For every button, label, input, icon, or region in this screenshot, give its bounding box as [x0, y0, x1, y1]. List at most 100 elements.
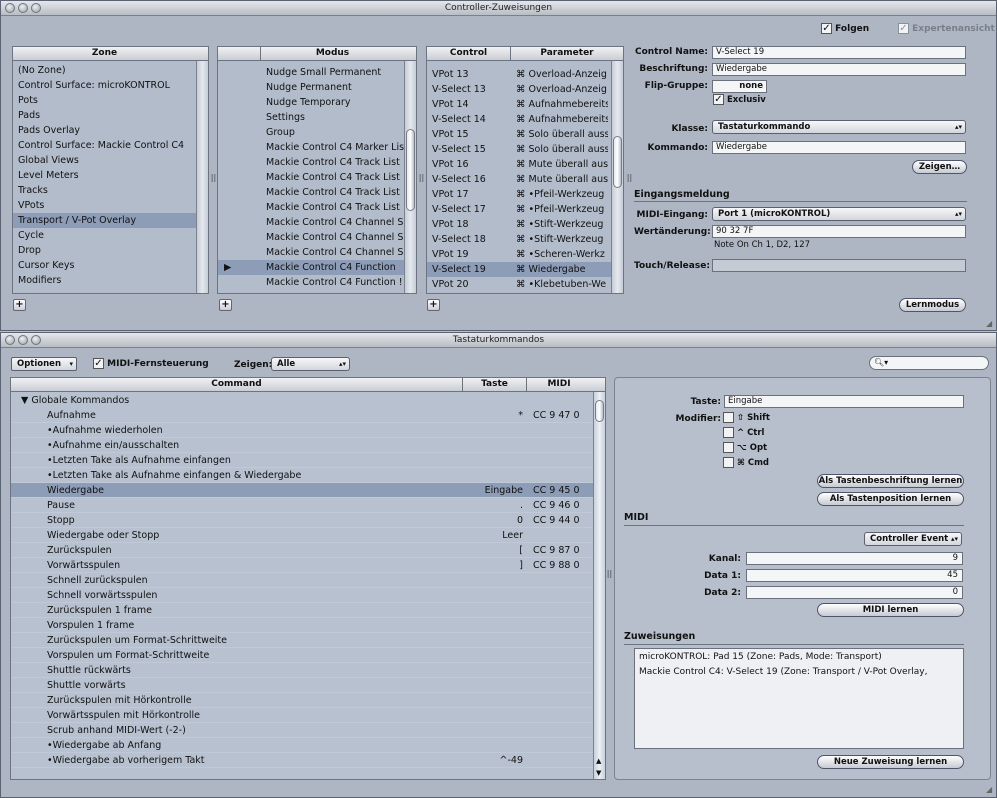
learn-new-assignment-button[interactable]: Neue Zuweisung lernen [817, 755, 964, 769]
scroll-down-arrow-icon[interactable]: ▼ [596, 769, 601, 777]
zone-item[interactable]: Global Views [13, 153, 196, 168]
modifier-checkbox[interactable]: ⌥ Opt [723, 442, 767, 453]
assignment-item[interactable]: Mackie Control C4: V-Select 19 (Zone: Tr… [639, 667, 927, 677]
control-row[interactable]: VPot 15 ⌘ Solo überall auss [427, 127, 611, 142]
data2-field[interactable]: 0 [746, 586, 963, 599]
midi-learn-button[interactable]: MIDI lernen [817, 603, 964, 617]
modifier-checkbox[interactable]: ⌘ Cmd [723, 457, 769, 468]
split-handle[interactable]: || [210, 173, 217, 182]
command-row[interactable]: •Letzten Take als Aufnahme einfangen [11, 453, 593, 468]
modus-column-header[interactable]: Modus [218, 47, 416, 61]
modus-item[interactable]: Mackie Control C4 Channel S [218, 245, 404, 260]
flip-group-field[interactable]: none [712, 80, 767, 93]
zone-list[interactable]: Zone (No Zone) Control Surface: microKONT… [12, 46, 209, 294]
command-row[interactable]: •Letzten Take als Aufnahme einfangen & W… [11, 468, 593, 483]
command-row[interactable]: Scrub anhand MIDI-Wert (-2-) [11, 723, 593, 738]
minimize-button[interactable] [18, 3, 28, 13]
beschriftung-field[interactable]: Wiedergabe [712, 63, 966, 76]
resize-grip-icon[interactable]: ◢ [986, 785, 992, 794]
control-row[interactable]: VPot 13 ⌘ Overload-Anzeig [427, 67, 611, 82]
assignments-list[interactable]: microKONTROL: Pad 15 (Zone: Pads, Mode: … [634, 648, 964, 749]
modus-item[interactable]: Group [218, 125, 404, 140]
modifier-checkbox[interactable]: ^ Ctrl [723, 427, 764, 438]
learn-label-button[interactable]: Als Tastenbeschriftung lernen [817, 474, 964, 488]
modus-item[interactable]: Mackie Control C4 Marker Lis [218, 140, 404, 155]
minimize-button[interactable] [18, 335, 28, 345]
zone-item[interactable]: Control Surface: microKONTROL [13, 78, 196, 93]
modus-item[interactable]: Nudge Temporary [218, 95, 404, 110]
disclosure-triangle-icon[interactable]: ▼ [21, 395, 28, 406]
zone-scrollbar[interactable] [196, 61, 208, 293]
klasse-popup[interactable]: Tastaturkommando ▴▾ [712, 120, 966, 134]
command-row[interactable]: •Aufnahme wiederholen [11, 423, 593, 438]
command-row[interactable]: Wiedergabe oder Stopp Leer [11, 528, 593, 543]
wertaenderung-field[interactable]: 90 32 7F [712, 225, 966, 238]
split-handle[interactable]: || [418, 173, 425, 182]
close-button[interactable] [5, 335, 15, 345]
command-row[interactable]: Zurückspulen um Format-Schrittweite [11, 633, 593, 648]
command-row[interactable]: •Wiedergabe ab vorherigem Takt ^-49 [11, 753, 593, 768]
midi-type-popup[interactable]: Controller Event ▴▾ [864, 532, 962, 546]
control-scrollbar[interactable] [611, 61, 623, 293]
command-row[interactable]: •Wiedergabe ab Anfang [11, 738, 593, 753]
zone-item[interactable]: (No Zone) [13, 63, 196, 78]
command-row[interactable]: Vorwärtsspulen mit Hörkontrolle [11, 708, 593, 723]
scroll-up-arrow-icon[interactable]: ▲ [596, 757, 601, 765]
zone-item[interactable]: Level Meters [13, 168, 196, 183]
split-handle[interactable]: || [606, 569, 613, 578]
control-row[interactable]: VPot 14 ⌘ Aufnahmebereits [427, 97, 611, 112]
command-row[interactable]: Shuttle rückwärts [11, 663, 593, 678]
assignment-item[interactable]: microKONTROL: Pad 15 (Zone: Pads, Mode: … [639, 652, 882, 662]
window-titlebar[interactable]: Tastaturkommandos [1, 333, 996, 348]
control-row[interactable]: V-Select 16 ⌘ Mute überall aus [427, 172, 611, 187]
command-row[interactable]: Shuttle vorwärts [11, 678, 593, 693]
control-row[interactable]: VPot 18 ⌘ •Stift-Werkzeug [427, 217, 611, 232]
modus-item[interactable]: Mackie Control C4 Function ! [218, 275, 404, 290]
data1-field[interactable]: 45 [746, 569, 963, 582]
group-row-global[interactable]: ▼ Globale Kommandos [11, 393, 605, 408]
modus-item[interactable]: Mackie Control C4 Track List [218, 170, 404, 185]
lernmodus-button[interactable]: Lernmodus [899, 298, 966, 312]
zone-item[interactable]: VPots [13, 198, 196, 213]
control-row[interactable]: V-Select 15 ⌘ Solo überall auss [427, 142, 611, 157]
control-column-header[interactable]: Control Parameter [427, 47, 623, 61]
zone-item[interactable]: Cycle [13, 228, 196, 243]
command-row[interactable]: Schnell zurückspulen [11, 573, 593, 588]
split-handle[interactable]: || [626, 173, 633, 182]
zone-item[interactable]: Transport / V-Pot Overlay [13, 213, 196, 228]
control-row[interactable]: V-Select 14 ⌘ Aufnahmebereits [427, 112, 611, 127]
learn-position-button[interactable]: Als Tastenposition lernen [817, 492, 964, 506]
control-row[interactable]: V-Select 17 ⌘ •Pfeil-Werkzeug [427, 202, 611, 217]
control-row[interactable]: V-Select 18 ⌘ •Stift-Werkzeug [427, 232, 611, 247]
modus-item[interactable]: Nudge Permanent [218, 80, 404, 95]
modus-item[interactable]: Settings [218, 110, 404, 125]
modus-item[interactable]: Nudge Small Permanent [218, 65, 404, 80]
control-scroll-thumb[interactable] [613, 136, 622, 188]
zone-column-header[interactable]: Zone [13, 47, 208, 61]
modus-item[interactable]: ▶ Mackie Control C4 Function [218, 260, 404, 275]
modus-item[interactable]: Mackie Control C4 Track List [218, 200, 404, 215]
modus-scroll-thumb[interactable] [406, 129, 415, 211]
control-row[interactable]: V-Select 13 ⌘ Overload-Anzeig [427, 82, 611, 97]
control-row[interactable]: VPot 17 ⌘ •Pfeil-Werkzeug [427, 187, 611, 202]
kanal-field[interactable]: 9 [746, 552, 963, 565]
close-button[interactable] [5, 3, 15, 13]
kommando-field[interactable]: Wiedergabe [712, 141, 966, 154]
command-row[interactable]: Zurückspulen mit Hörkontrolle [11, 693, 593, 708]
zone-item[interactable]: Tracks [13, 183, 196, 198]
commands-column-header[interactable]: Command Taste MIDI [11, 378, 605, 392]
zoom-button[interactable] [31, 335, 41, 345]
resize-grip-icon[interactable]: ◢ [986, 319, 992, 328]
add-modus-button[interactable]: + [219, 299, 232, 311]
modus-item[interactable]: Mackie Control C4 Channel S [218, 215, 404, 230]
zone-item[interactable]: Pots [13, 93, 196, 108]
command-row[interactable]: Pause. CC 9 46 0 [11, 498, 593, 513]
zone-item[interactable]: Pads Overlay [13, 123, 196, 138]
modus-item[interactable]: Mackie Control C4 Track List [218, 185, 404, 200]
command-row[interactable]: Zurückspulen [CC 9 87 0 [11, 543, 593, 558]
commands-scroll-thumb[interactable] [595, 400, 604, 422]
modus-item[interactable]: Mackie Control C4 Channel S [218, 230, 404, 245]
command-row[interactable]: Stopp 0 CC 9 44 0 [11, 513, 593, 528]
zone-item[interactable]: Modifiers [13, 273, 196, 288]
control-list[interactable]: Control Parameter VPot 13 ⌘ Overload-Anze… [426, 46, 624, 294]
